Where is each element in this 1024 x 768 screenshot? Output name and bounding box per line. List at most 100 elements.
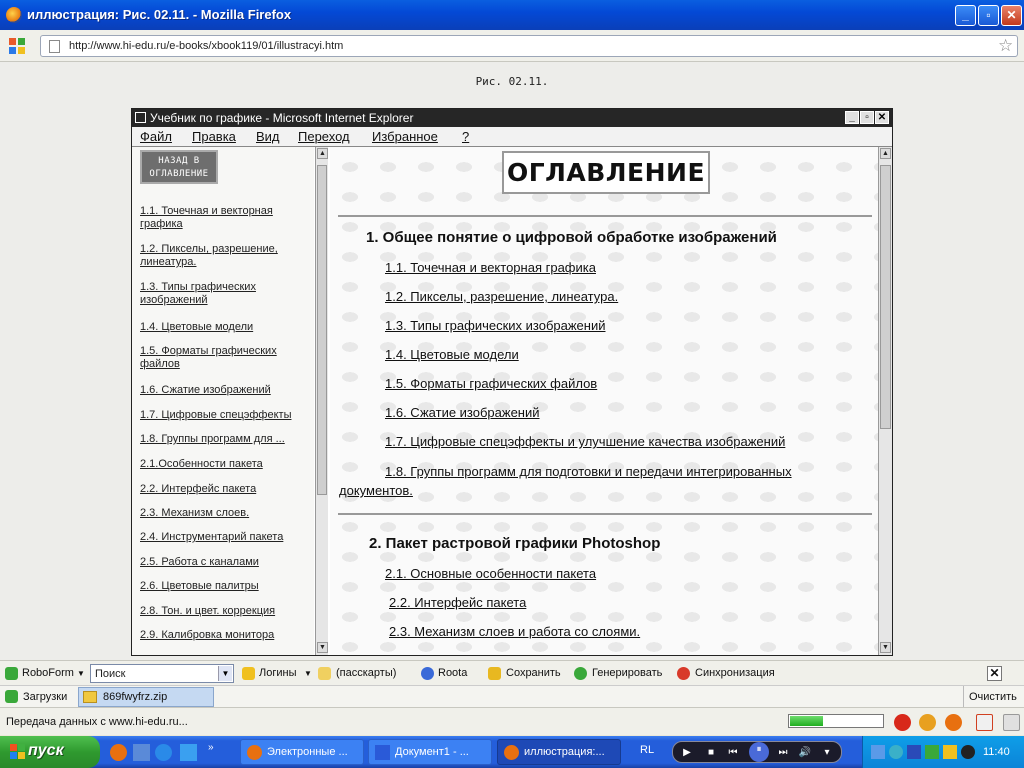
bookmark-star-icon[interactable]: ☆ (998, 36, 1013, 56)
pause-icon[interactable]: ⏸ (749, 742, 769, 762)
apps-grid-icon[interactable] (9, 38, 26, 55)
section-1-title: 1. Общее понятие о цифровой обработке из… (366, 229, 777, 246)
ie-menu-file: Файл (140, 129, 172, 144)
toc-item: 1.2. Пикселы, разрешение, линеатура. (385, 289, 619, 304)
chevron-down-icon[interactable]: ▼ (218, 666, 232, 681)
figure-caption: Рис. 02.11. (475, 75, 549, 88)
quicklaunch-app-icon[interactable] (133, 744, 150, 761)
left-link: 2.1.Особенности пакета (140, 458, 263, 470)
address-bar[interactable]: http://www.hi-edu.ru/e-books/xbook119/01… (40, 35, 1018, 57)
clear-downloads-button[interactable]: Очистить (969, 691, 1017, 703)
ie-main-frame: ОГЛАВЛЕНИЕ 1. Общее понятие о цифровой о… (330, 147, 878, 655)
volume-icon[interactable]: 🔊 (797, 745, 813, 760)
task-electronic[interactable]: Электронные ... (240, 739, 364, 765)
tray-app-icon[interactable] (943, 745, 957, 759)
roota-button[interactable]: Roota (438, 667, 467, 679)
quicklaunch-expand-icon[interactable]: » (208, 742, 214, 753)
embedded-ie-screenshot: Учебник по графике - Microsoft Internet … (131, 108, 893, 656)
ie-menu-favorites: Избранное (372, 129, 438, 144)
chevron-down-icon[interactable]: ▼ (304, 669, 312, 678)
firefox-icon (6, 7, 22, 23)
roboform-search-input[interactable]: Поиск ▼ (90, 664, 234, 683)
next-icon[interactable]: ⏭ (775, 745, 791, 760)
start-label: пуск (28, 742, 64, 759)
windows-taskbar: пуск » Электронные ... Документ1 - ... и… (0, 736, 1024, 768)
toc-item: 2.3. Механизм слоев и работа со слоями. (389, 624, 641, 639)
task-illustration[interactable]: иллюстрация:... (497, 739, 621, 765)
roboform-menu[interactable]: RoboForm (22, 667, 74, 679)
progress-fill (790, 716, 823, 726)
firefox-addon-icon[interactable] (945, 714, 962, 731)
left-link: 2.5. Работа с каналами (140, 556, 259, 568)
toc-item: 1.8. Группы программ для подготовки и пе… (385, 464, 792, 479)
ie-restore-icon: ▫ (860, 111, 874, 124)
sync-icon (677, 667, 690, 680)
roboform-tray-icon[interactable] (925, 745, 939, 759)
task-document[interactable]: Документ1 - ... (368, 739, 492, 765)
divider (963, 686, 964, 707)
minimize-button[interactable]: _ (955, 5, 976, 26)
logins-button[interactable]: Логины (259, 667, 296, 679)
generate-icon (574, 667, 587, 680)
scroll-up-icon: ▲ (880, 148, 891, 159)
resize-grip-icon[interactable] (1003, 714, 1020, 731)
maximize-button[interactable]: ▫ (978, 5, 999, 26)
quicklaunch-desktop-icon[interactable] (180, 744, 197, 761)
generate-button[interactable]: Генерировать (592, 667, 662, 679)
adblock-icon[interactable] (894, 714, 911, 731)
loading-progress-bar (788, 714, 884, 728)
downloads-label[interactable]: Загрузки (23, 691, 67, 703)
quicklaunch-ie-icon[interactable] (155, 744, 172, 761)
left-link: 2.8. Тон. и цвет. коррекция (140, 605, 276, 617)
window-title: иллюстрация: Рис. 02.11. - Mozilla Firef… (27, 7, 292, 22)
ie-minimize-icon: _ (845, 111, 859, 124)
toolbar-close-icon[interactable]: ✕ (987, 666, 1002, 681)
monkey-icon[interactable] (919, 714, 936, 731)
toc-item: 2.2. Интерфейс пакета (389, 595, 527, 610)
ie-close-icon: ✕ (875, 111, 889, 124)
toc-item: 1.5. Форматы графических файлов (385, 376, 598, 391)
chevron-down-icon[interactable]: ▼ (77, 669, 85, 678)
download-filename: 869fwyfrz.zip (103, 691, 168, 703)
monitor-icon[interactable] (907, 745, 921, 759)
quicklaunch-firefox-icon[interactable] (110, 744, 127, 761)
scroll-down-icon: ▼ (317, 642, 328, 653)
save-button[interactable]: Сохранить (506, 667, 561, 679)
passcards-button[interactable]: (пасскарты) (336, 667, 396, 679)
ie-menu-edit: Правка (192, 129, 236, 144)
close-button[interactable]: ✕ (1001, 5, 1022, 26)
address-url[interactable]: http://www.hi-edu.ru/e-books/xbook119/01… (69, 40, 343, 52)
ie-menubar: Файл Правка Вид Переход Избранное ? (132, 127, 892, 147)
start-button[interactable]: пуск (0, 736, 100, 768)
ie-menu-go: Переход (298, 129, 350, 144)
windows-flag-icon (10, 744, 26, 760)
media-player-bar: ▶ ■ ⏮ ⏸ ⏭ 🔊 ▾ (672, 741, 842, 763)
play-icon[interactable]: ▶ (679, 745, 695, 760)
search-placeholder: Поиск (95, 668, 126, 680)
addon-icon[interactable] (976, 714, 993, 731)
left-link: 2.4. Инструментарий пакета (140, 531, 284, 543)
ie-menu-help: ? (462, 129, 470, 144)
passcards-icon (318, 667, 331, 680)
toc-item: 1.6. Сжатие изображений (385, 405, 540, 420)
tray-app-icon[interactable] (889, 745, 903, 759)
left-link: 2.2. Интерфейс пакета (140, 483, 257, 495)
word-icon (375, 745, 390, 760)
previous-icon[interactable]: ⏮ (725, 745, 741, 760)
toc-title: ОГЛАВЛЕНИЕ (502, 151, 710, 194)
stop-icon[interactable]: ■ (703, 745, 719, 760)
language-indicator[interactable]: RL (640, 744, 654, 756)
roboform-toolbar: RoboForm ▼ Поиск ▼ Логины ▼ (пасскарты) … (0, 660, 1024, 685)
section-2-title: 2. Пакет растровой графики Photoshop (369, 535, 661, 552)
toc-item: 2.1. Основные особенности пакета (385, 566, 597, 581)
logins-icon (242, 667, 255, 680)
left-link: 2.6. Цветовые палитры (140, 580, 259, 592)
sync-button[interactable]: Синхронизация (695, 667, 775, 679)
roboform-icon (5, 667, 18, 680)
clock: 11:40 (983, 746, 1010, 758)
chevron-down-icon[interactable]: ▾ (819, 745, 835, 760)
speaker-icon[interactable] (961, 745, 975, 759)
network-icon[interactable] (871, 745, 885, 759)
download-item[interactable]: 869fwyfrz.zip (78, 687, 214, 707)
window-titlebar: иллюстрация: Рис. 02.11. - Mozilla Firef… (0, 0, 1024, 30)
